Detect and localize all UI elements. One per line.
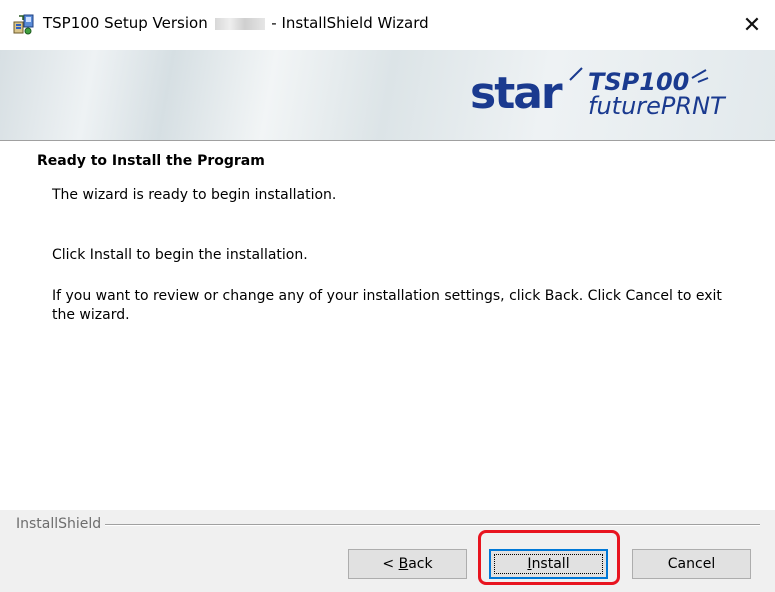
page-title: Ready to Install the Program bbox=[37, 153, 265, 169]
brand-star-text: star bbox=[470, 68, 563, 119]
title-bar: TSP100 Setup Version - InstallShield Wiz… bbox=[0, 0, 775, 50]
window-title-suffix: - InstallShield Wizard bbox=[271, 14, 429, 32]
focus-rectangle bbox=[494, 554, 603, 574]
product-futureprnt-text: futurePRNT bbox=[588, 92, 727, 120]
back-button[interactable]: < Back bbox=[348, 549, 467, 579]
install-instruction: Click Install to begin the installation. bbox=[52, 247, 308, 263]
installshield-label: InstallShield bbox=[16, 515, 106, 533]
redacted-version bbox=[214, 17, 265, 30]
window-title: TSP100 Setup Version - InstallShield Wiz… bbox=[43, 13, 429, 33]
close-icon: ✕ bbox=[742, 12, 762, 38]
install-button[interactable]: Install bbox=[489, 549, 608, 579]
back-button-label: < Back bbox=[382, 556, 433, 572]
star-tsp100-logo: star TSP100 futurePRNT bbox=[470, 67, 727, 120]
cancel-button-label: Cancel bbox=[667, 556, 716, 572]
close-button[interactable]: ✕ bbox=[729, 0, 775, 50]
footer-divider bbox=[16, 524, 760, 526]
review-instruction: If you want to review or change any of y… bbox=[52, 288, 722, 323]
cancel-button[interactable]: Cancel bbox=[632, 549, 751, 579]
installer-icon bbox=[13, 14, 34, 35]
ready-message: The wizard is ready to begin installatio… bbox=[52, 187, 337, 203]
window-title-prefix: TSP100 Setup Version bbox=[43, 14, 208, 32]
